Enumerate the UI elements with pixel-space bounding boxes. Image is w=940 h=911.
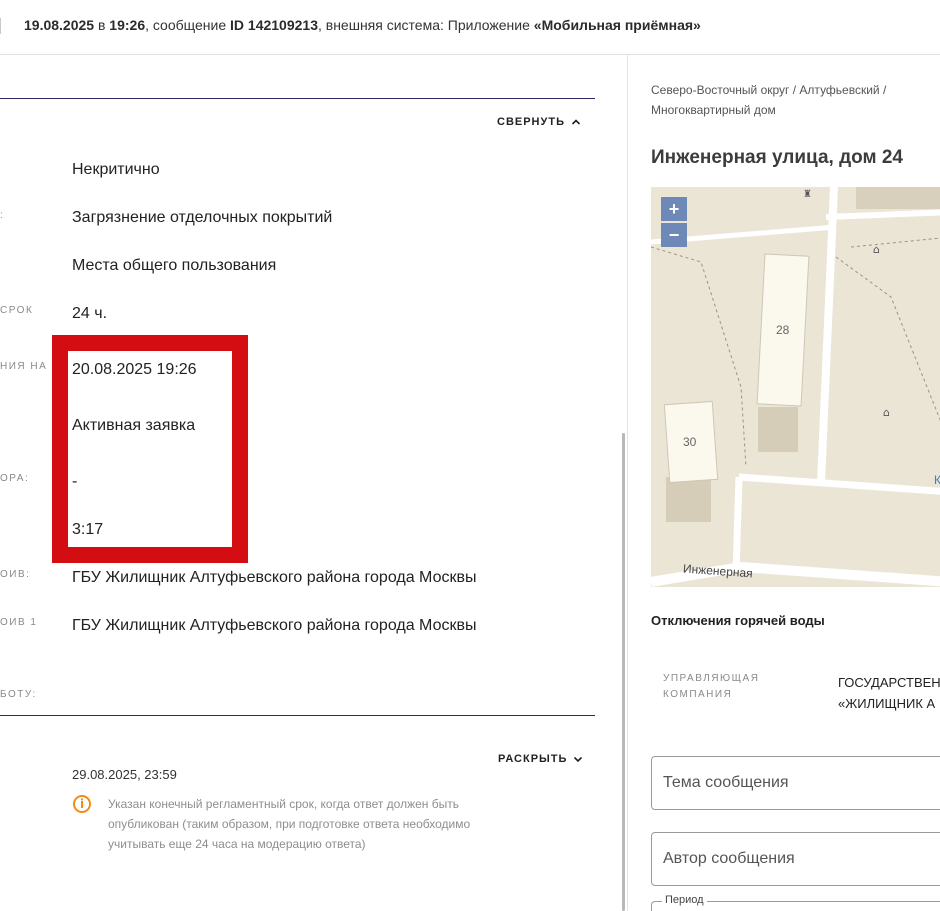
period-field[interactable]: Период <box>651 894 940 911</box>
management-company-value: ГОСУДАРСТВЕН «ЖИЛИЩНИК А <box>838 672 940 714</box>
chevron-up-icon <box>571 119 581 125</box>
chevron-down-icon <box>574 756 583 763</box>
author-field[interactable] <box>651 832 940 886</box>
zoom-in-button[interactable]: + <box>661 197 687 221</box>
field-label-oiv1: ОИВ 1 <box>0 617 38 628</box>
message-time: 19:26 <box>109 17 146 33</box>
message-prefix: , сообщение <box>145 17 231 33</box>
field-label-due: НИЯ НА <box>0 361 48 372</box>
hot-water-link[interactable]: Отключения горячей воды <box>651 613 825 628</box>
building-28-label: 28 <box>776 323 790 337</box>
map[interactable]: ⌂ ⌂ ♜ + − 28 30 Инженерная К <box>651 187 940 587</box>
section-rule-top <box>0 98 595 99</box>
field-label-work: БОТУ: <box>0 689 37 700</box>
topic-field[interactable] <box>651 756 940 810</box>
mc-label-line1: УПРАВЛЯЮЩАЯ <box>663 673 760 684</box>
message-id: ID 142109213 <box>230 17 318 33</box>
mc-value-line2: «ЖИЛИЩНИК А <box>838 696 936 711</box>
map-canvas: ⌂ ⌂ ♜ <box>651 187 940 587</box>
message-header: 19.08.2025 в 19:26, сообщение ID 1421092… <box>0 0 940 55</box>
highlight-box <box>52 335 248 563</box>
deadline-value: 24 ч. <box>72 305 108 322</box>
field-label-oiv: ОИВ: <box>0 569 31 580</box>
mc-value-line1: ГОСУДАРСТВЕН <box>838 675 940 690</box>
oiv-value: ГБУ Жилищник Алтуфьевского района города… <box>72 569 477 586</box>
period-label: Период <box>662 894 707 906</box>
address-title: Инженерная улица, дом 24 <box>651 147 903 168</box>
building-30-label: 30 <box>683 435 697 449</box>
at-text: в <box>94 17 110 33</box>
response-deadline: 29.08.2025, 23:59 <box>72 767 177 782</box>
collapse-button[interactable]: СВЕРНУТЬ <box>497 116 581 128</box>
breadcrumb: Северо-Восточный округ / Алтуфьевский / … <box>651 83 887 117</box>
info-text: Указан конечный регламентный срок, когда… <box>108 797 471 851</box>
message-info: 19.08.2025 в 19:26, сообщение ID 1421092… <box>24 17 701 33</box>
criticality-value: Некритично <box>72 161 160 178</box>
problem-value: Загрязнение отделочных покрытий <box>72 209 333 226</box>
system-prefix: , внешняя система: Приложение <box>317 17 534 33</box>
header-divider <box>0 18 1 34</box>
details-panel: СВЕРНУТЬ : Некритично Загрязнение отдело… <box>0 55 627 911</box>
address-panel: Северо-Восточный округ / Алтуфьевский / … <box>628 55 940 911</box>
collapse-label: СВЕРНУТЬ <box>497 116 565 128</box>
svg-text:⌂: ⌂ <box>873 243 880 256</box>
system-name: «Мобильная приёмная» <box>533 17 701 33</box>
zoom-out-button[interactable]: − <box>661 223 687 247</box>
map-edge-label: К <box>934 473 940 487</box>
management-company-label: УПРАВЛЯЮЩАЯ КОМПАНИЯ <box>663 671 759 703</box>
expand-label: РАСКРЫТЬ <box>498 753 568 765</box>
oiv1-value: ГБУ Жилищник Алтуфьевского района города… <box>72 617 477 634</box>
location-value: Места общего пользования <box>72 257 277 274</box>
field-label-problem: : <box>0 210 4 221</box>
svg-text:⌂: ⌂ <box>883 406 890 419</box>
svg-text:♜: ♜ <box>803 189 812 200</box>
info-icon: i <box>73 795 91 813</box>
message-date: 19.08.2025 <box>24 17 95 33</box>
scrollbar-thumb[interactable] <box>622 433 625 911</box>
mc-label-line2: КОМПАНИЯ <box>663 689 733 700</box>
section-rule-bottom <box>0 715 595 716</box>
field-label-deadline: СРОК <box>0 305 34 316</box>
field-label-executor: ОРА: <box>0 473 30 484</box>
expand-button[interactable]: РАСКРЫТЬ <box>498 753 583 765</box>
